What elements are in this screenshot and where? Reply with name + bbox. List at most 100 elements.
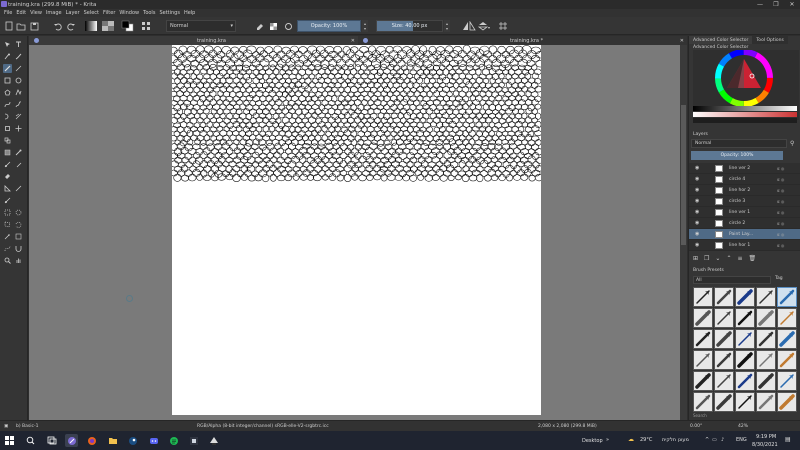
close-tab-icon[interactable]: ✕ [680,38,684,44]
notifications-icon[interactable]: ▤ [785,436,791,443]
spotify-icon[interactable] [167,434,180,447]
eye-icon[interactable]: ◉ [695,242,699,248]
menu-layer[interactable]: Layer [66,10,80,16]
tab-tool-options[interactable]: Tool Options [752,36,788,44]
layer-row-selected[interactable]: ◉ Paint Lay... α ◎ [689,229,800,240]
layer-flags[interactable]: α ◎ [777,210,784,215]
wrap-around-icon[interactable] [497,20,509,32]
measure-tool-icon[interactable] [3,184,12,193]
firefox-icon[interactable] [85,434,98,447]
tray-up-icon[interactable]: ^ [705,437,709,443]
brush-preset-thumbnail[interactable] [756,329,776,349]
reference-tool-icon[interactable] [3,196,12,205]
network-icon[interactable]: ▭ [712,437,717,443]
brush-preset-thumbnail[interactable] [777,287,797,307]
value-slider[interactable] [693,106,797,111]
eye-icon[interactable]: ◉ [695,165,699,171]
delete-layer-icon[interactable]: 🗑 [749,255,757,262]
bezier-select-icon[interactable] [3,244,12,253]
saturation-slider[interactable] [693,112,797,117]
menu-help[interactable]: Help [184,10,195,16]
tab-advanced-color-selector[interactable]: Advanced Color Selector [689,36,753,44]
save-icon[interactable] [29,20,39,32]
discord-icon[interactable] [147,434,160,447]
polygon-select-icon[interactable] [3,220,12,229]
fg-bg-color-icon[interactable] [121,20,135,32]
windows-start-icon[interactable] [3,434,16,447]
menu-file[interactable]: File [4,10,12,16]
color-picker-icon[interactable] [14,148,23,157]
text-tool-icon[interactable] [14,40,23,49]
layer-flags[interactable]: α ◎ [777,166,784,171]
brush-preset-thumbnail[interactable] [714,329,734,349]
pan-tool-icon[interactable] [14,256,23,265]
new-document-icon[interactable] [4,20,14,32]
inkscape-icon[interactable] [207,434,220,447]
zoom-value[interactable]: 42% [738,424,748,429]
maximize-button[interactable]: ❐ [768,0,784,9]
calligraphy-icon[interactable] [14,52,23,61]
brush-preset-thumbnail[interactable] [735,392,755,412]
smart-patch-icon[interactable] [3,160,12,169]
color-history[interactable] [693,118,797,123]
brush-preset-thumbnail[interactable] [735,287,755,307]
brush-preset-thumbnail[interactable] [714,371,734,391]
move-tool-icon[interactable] [14,124,23,133]
preset-filter-select[interactable]: All [693,276,771,284]
brush-preset-thumbnail[interactable] [777,308,797,328]
similar-select-icon[interactable] [14,232,23,241]
brush-preset-thumbnail[interactable] [693,392,713,412]
temperature[interactable]: 29°C [640,437,652,443]
preserve-alpha-icon[interactable] [268,20,278,32]
layer-opacity-slider[interactable]: Opacity: 100% [691,151,783,160]
eraser-mode-icon[interactable] [254,20,264,32]
size-slider[interactable]: Size: 40.00 px [376,20,443,32]
add-layer-icon[interactable]: ⊞ [693,255,698,262]
reload-preset-icon[interactable] [283,20,293,32]
steam-icon[interactable] [126,434,139,447]
menu-tools[interactable]: Tools [143,10,155,16]
brush-preset-thumbnail[interactable] [693,308,713,328]
dynamic-brush-icon[interactable] [3,112,12,121]
rotation-value[interactable]: 0.00° [690,424,702,429]
edit-shapes-icon[interactable] [3,52,12,61]
pattern-swatch-icon[interactable] [101,20,115,32]
brush-preset-thumbnail[interactable] [756,371,776,391]
brush-preset-thumbnail[interactable] [693,329,713,349]
brush-preset-thumbnail[interactable] [693,371,713,391]
brush-preset-icon[interactable]: ▣ [4,424,8,429]
brush-preset-thumbnail[interactable] [777,371,797,391]
menu-view[interactable]: View [30,10,42,16]
layer-row[interactable]: ◉ circle 3 α ◎ [689,196,800,207]
mirror-vertical-icon[interactable]: ▾ [478,20,492,32]
preset-search-input[interactable]: Search [693,413,707,418]
weather-description[interactable]: מעונן חלקית [662,437,689,443]
chevron-right-icon[interactable]: » [606,437,609,443]
brush-preset-thumbnail[interactable] [735,308,755,328]
color-wheel[interactable] [693,49,799,107]
size-spinbox[interactable]: ▴ ▾ [444,20,450,32]
properties-icon[interactable]: ≡ [737,255,742,262]
brush-preset-thumbnail[interactable] [735,350,755,370]
minimize-button[interactable]: — [752,0,768,9]
ellipse-select-icon[interactable] [14,208,23,217]
line-tool-icon[interactable] [14,64,23,73]
gradient-tool-icon[interactable] [3,148,12,157]
file-explorer-icon[interactable] [106,434,119,447]
workspace-icon[interactable] [140,20,152,32]
brush-preset-thumbnail[interactable] [735,329,755,349]
polygon-tool-icon[interactable] [3,88,12,97]
menu-edit[interactable]: Edit [16,10,26,16]
freehand-select-icon[interactable] [14,220,23,229]
brush-preset-thumbnail[interactable] [714,392,734,412]
mirror-horizontal-icon[interactable] [462,20,476,32]
rectangle-tool-icon[interactable] [3,76,12,85]
eye-icon[interactable]: ◉ [695,187,699,193]
brush-preset-thumbnail[interactable] [756,287,776,307]
move-down-icon[interactable]: ⌄ [715,255,720,262]
multibrush-icon[interactable] [14,112,23,121]
fill-tool-icon[interactable] [3,172,12,181]
layer-row[interactable]: ◉ line ver 2 α ◎ [689,163,800,174]
rect-select-icon[interactable] [3,208,12,217]
menu-window[interactable]: Window [119,10,139,16]
